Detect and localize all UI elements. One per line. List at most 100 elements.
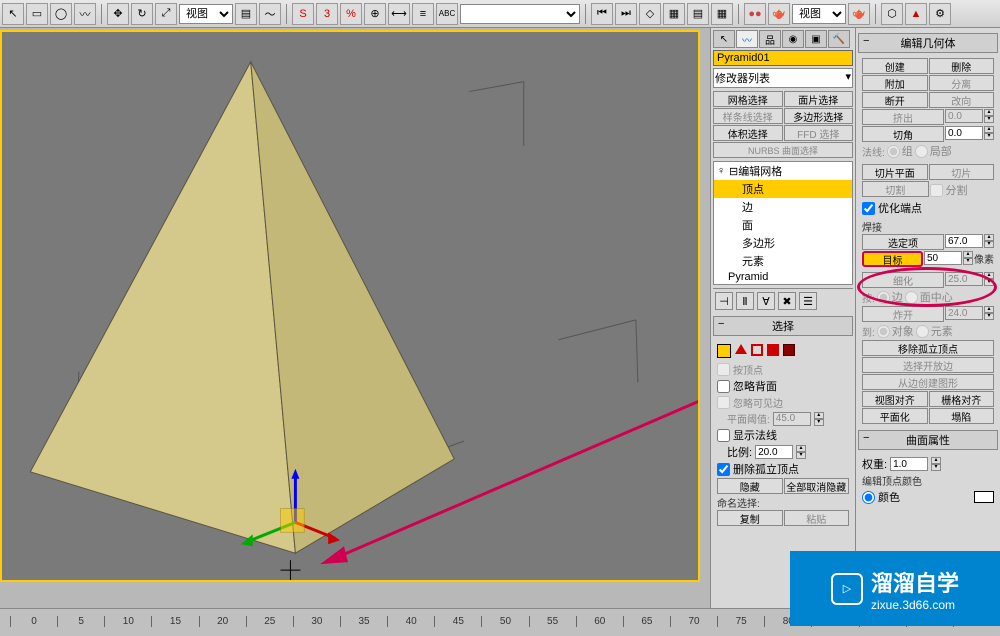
schematic-icon[interactable]: ▦ xyxy=(663,3,685,25)
stack-element[interactable]: 元素 xyxy=(714,252,852,270)
edit-geom-header[interactable]: 编辑几何体 xyxy=(858,33,998,53)
layers2-icon[interactable]: ▤ xyxy=(687,3,709,25)
refine-checkbox[interactable] xyxy=(862,202,875,215)
normal-group-radio xyxy=(887,145,900,158)
select-tab-icon[interactable]: ↖ xyxy=(713,30,735,48)
rect-select-icon[interactable]: ▭ xyxy=(26,3,48,25)
weld-target-button[interactable]: 目标 xyxy=(862,251,923,267)
poly-subobj-icon[interactable] xyxy=(767,344,779,356)
color-radio[interactable] xyxy=(862,491,875,504)
move-icon[interactable]: ✥ xyxy=(107,3,129,25)
select-icon[interactable]: ↖ xyxy=(2,3,24,25)
utility-tab-icon[interactable]: 🔨 xyxy=(828,30,850,48)
circle-select-icon[interactable]: ◯ xyxy=(50,3,72,25)
unhide-button[interactable]: 全部取消隐藏 xyxy=(784,478,850,494)
view-align-button[interactable]: 视图对齐 xyxy=(862,391,928,407)
angle-snap-icon[interactable]: 3 xyxy=(316,3,338,25)
stack-edit-mesh[interactable]: ♀⊟ 编辑网格 xyxy=(714,162,852,180)
pin-stack-icon[interactable]: ⊣ xyxy=(715,292,733,310)
teapot-icon[interactable]: 🫖 xyxy=(848,3,870,25)
poly-select-button[interactable]: 多边形选择 xyxy=(784,108,854,124)
collapse-button[interactable]: 塌陷 xyxy=(929,408,995,424)
slice-plane-button[interactable]: 切片平面 xyxy=(862,164,928,180)
spinner-snap-icon[interactable]: ⊕ xyxy=(364,3,386,25)
lasso-icon[interactable]: 〰 xyxy=(74,3,96,25)
by-vertex-checkbox xyxy=(717,363,730,376)
percent-snap-icon[interactable]: % xyxy=(340,3,362,25)
grid-align-button[interactable]: 栅格对齐 xyxy=(929,391,995,407)
stack-vertex[interactable]: 顶点 xyxy=(714,180,852,198)
break-button[interactable]: 断开 xyxy=(862,92,928,108)
pyramid-icon[interactable]: ▲ xyxy=(905,3,927,25)
viewport-container xyxy=(0,28,710,608)
prev-icon[interactable]: ⏮ xyxy=(591,3,613,25)
material-icon[interactable]: ●● xyxy=(744,3,766,25)
perspective-viewport[interactable] xyxy=(0,30,700,582)
align-icon[interactable]: ≡ xyxy=(412,3,434,25)
layer-mgr-icon[interactable]: ▦ xyxy=(711,3,733,25)
named-sel-dropdown[interactable] xyxy=(460,4,580,24)
show-result-icon[interactable]: Ⅱ xyxy=(736,292,754,310)
stack-edge[interactable]: 边 xyxy=(714,198,852,216)
box-icon[interactable]: ⬡ xyxy=(881,3,903,25)
surface-props-header[interactable]: 曲面属性 xyxy=(858,430,998,450)
chamfer-input[interactable] xyxy=(945,126,983,140)
mirror-icon[interactable]: ⟷ xyxy=(388,3,410,25)
explode-input xyxy=(945,306,983,320)
delete-button[interactable]: 删除 xyxy=(929,58,995,74)
element-subobj-icon[interactable] xyxy=(783,344,795,356)
create-button[interactable]: 创建 xyxy=(862,58,928,74)
render-icon[interactable]: 🫖 xyxy=(768,3,790,25)
scale-input[interactable] xyxy=(755,445,793,459)
motion-tab-icon[interactable]: ◉ xyxy=(782,30,804,48)
color-swatch[interactable] xyxy=(974,491,994,503)
chamfer-button[interactable]: 切角 xyxy=(862,126,944,142)
named-icon[interactable]: ABC xyxy=(436,3,458,25)
edge-subobj-icon[interactable] xyxy=(735,344,747,354)
weld-selected-button[interactable]: 选定项 xyxy=(862,234,944,250)
configure-icon[interactable]: ☰ xyxy=(799,292,817,310)
watermark-title: 溜溜自学 xyxy=(871,566,959,598)
object-name-field[interactable] xyxy=(713,50,853,66)
show-normals-checkbox[interactable] xyxy=(717,429,730,442)
weld-sel-input[interactable] xyxy=(945,234,983,248)
curve-icon[interactable]: 〜 xyxy=(259,3,281,25)
selection-rollout-header[interactable]: 选择 xyxy=(713,316,853,336)
face-subobj-icon[interactable] xyxy=(751,344,763,356)
selection-rollout: 按顶点 忽略背面 忽略可见边 平面阈值:▴▾ 显示法线 比例:▴▾ 删除孤立顶点… xyxy=(713,339,853,529)
viewport-dropdown-2[interactable]: 视图 xyxy=(792,4,846,24)
delete-iso-checkbox[interactable] xyxy=(717,463,730,476)
display-tab-icon[interactable]: ▣ xyxy=(805,30,827,48)
modifier-stack[interactable]: ♀⊟ 编辑网格 顶点 边 面 多边形 元素 Pyramid xyxy=(713,161,853,285)
turn-button: 改向 xyxy=(929,92,995,108)
modifier-list-dropdown[interactable]: 修改器列表▾ xyxy=(713,68,853,88)
mesh-select-button[interactable]: 网格选择 xyxy=(713,91,783,107)
make-unique-icon[interactable]: ∀ xyxy=(757,292,775,310)
modify-tab-icon[interactable]: 〰 xyxy=(736,30,758,48)
config-icon[interactable]: ⚙ xyxy=(929,3,951,25)
hide-button[interactable]: 隐藏 xyxy=(717,478,783,494)
face-select-button[interactable]: 面片选择 xyxy=(784,91,854,107)
stack-pyramid[interactable]: Pyramid xyxy=(714,270,852,284)
ignore-backface-checkbox[interactable] xyxy=(717,380,730,393)
vertex-subobj-icon[interactable] xyxy=(717,344,731,358)
hierarchy-tab-icon[interactable]: 品 xyxy=(759,30,781,48)
planar-button[interactable]: 平面化 xyxy=(862,408,928,424)
rotate-icon[interactable]: ↻ xyxy=(131,3,153,25)
to-object-radio xyxy=(877,325,890,338)
weld-target-input[interactable] xyxy=(924,251,962,265)
weight-input[interactable] xyxy=(890,457,928,471)
viewport-dropdown-1[interactable]: 视图 xyxy=(179,4,233,24)
attach-button[interactable]: 附加 xyxy=(862,75,928,91)
remove-mod-icon[interactable]: ✖ xyxy=(778,292,796,310)
remove-iso-button[interactable]: 移除孤立顶点 xyxy=(862,340,994,356)
snap-icon[interactable]: S xyxy=(292,3,314,25)
next-icon[interactable]: ⏭ xyxy=(615,3,637,25)
copy-button[interactable]: 复制 xyxy=(717,510,783,526)
scale-icon[interactable]: ⤢ xyxy=(155,3,177,25)
eraser-icon[interactable]: ◇ xyxy=(639,3,661,25)
stack-polygon[interactable]: 多边形 xyxy=(714,234,852,252)
stack-face[interactable]: 面 xyxy=(714,216,852,234)
layers-icon[interactable]: ▤ xyxy=(235,3,257,25)
vol-select-button[interactable]: 体积选择 xyxy=(713,125,783,141)
